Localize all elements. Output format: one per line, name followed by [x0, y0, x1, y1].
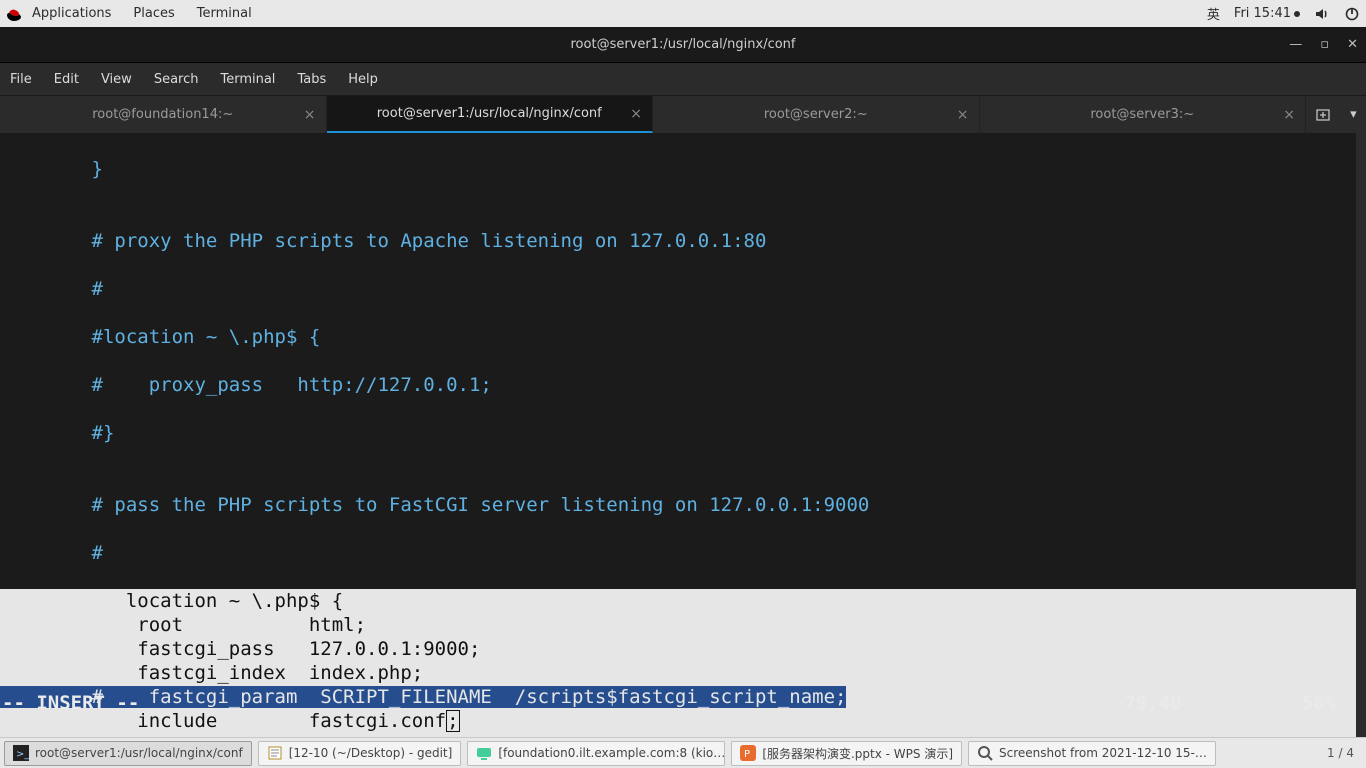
terminal-tabbar: root@foundation14:~ × root@server1:/usr/… — [0, 95, 1366, 133]
terminal-icon: >_ — [13, 745, 29, 761]
tab-close-icon[interactable]: × — [630, 106, 642, 122]
menu-help[interactable]: Help — [348, 72, 378, 87]
wps-presentation-icon: P — [740, 745, 756, 761]
redhat-icon — [6, 6, 22, 22]
tab-label: root@server1:/usr/local/nginx/conf — [377, 106, 602, 121]
input-method-indicator[interactable]: 英 — [1207, 4, 1220, 23]
menu-file[interactable]: File — [10, 72, 32, 87]
window-titlebar: root@server1:/usr/local/nginx/conf — ▫ ✕ — [0, 27, 1366, 63]
vim-cursor-pos: 79,40 — [1124, 691, 1181, 715]
menu-tabs[interactable]: Tabs — [297, 72, 326, 87]
tab-server1[interactable]: root@server1:/usr/local/nginx/conf × — [327, 96, 654, 133]
task-gedit[interactable]: [12-10 (~/Desktop) - gedit] — [258, 741, 462, 766]
tab-foundation14[interactable]: root@foundation14:~ × — [0, 96, 327, 133]
code-line: # proxy the PHP scripts to Apache listen… — [0, 229, 1366, 253]
gnome-top-panel: Applications Places Terminal 英 Fri 15:41 — [0, 0, 1366, 27]
workspace-switcher[interactable]: 1 / 4 — [1319, 746, 1362, 760]
code-line: } — [0, 157, 1366, 181]
menu-search[interactable]: Search — [154, 72, 199, 87]
power-icon[interactable] — [1344, 6, 1360, 22]
terminal-scrollbar[interactable] — [1356, 133, 1366, 737]
svg-text:>_: >_ — [16, 749, 29, 760]
clock[interactable]: Fri 15:41 — [1234, 6, 1300, 21]
task-wps[interactable]: P [服务器架构演变.pptx - WPS 演示] — [731, 741, 962, 766]
gedit-icon — [267, 745, 283, 761]
code-line: # — [0, 277, 1366, 301]
window-title: root@server1:/usr/local/nginx/conf — [571, 37, 796, 52]
code-line: #location ~ \.php$ { — [0, 325, 1366, 349]
tabbar-extra: ▾ — [1306, 96, 1366, 133]
tab-close-icon[interactable]: × — [1283, 107, 1295, 123]
code-line: # proxy_pass http://127.0.0.1; — [0, 373, 1366, 397]
volume-icon[interactable] — [1314, 6, 1330, 22]
task-terminal[interactable]: >_ root@server1:/usr/local/nginx/conf — [4, 741, 252, 766]
task-label: [12-10 (~/Desktop) - gedit] — [289, 746, 453, 760]
menu-edit[interactable]: Edit — [54, 72, 79, 87]
code-line: #} — [0, 421, 1366, 445]
task-image-viewer[interactable]: Screenshot from 2021-12-10 15-… — [968, 741, 1216, 766]
window-close-icon[interactable]: ✕ — [1347, 37, 1358, 52]
menu-terminal[interactable]: Terminal — [197, 6, 252, 21]
terminal-menubar: File Edit View Search Terminal Tabs Help — [0, 63, 1366, 95]
code-line: # — [0, 541, 1366, 565]
vim-mode: -- INSERT -- — [0, 691, 139, 715]
vim-scroll-pct: 56% — [1302, 691, 1336, 715]
svg-text:P: P — [744, 749, 750, 760]
tab-label: root@server3:~ — [1090, 107, 1194, 122]
vim-status-line: -- INSERT -- 79,40 56% — [0, 691, 1366, 715]
tab-server3[interactable]: root@server3:~ × — [980, 96, 1307, 133]
terminal-viewport[interactable]: } # proxy the PHP scripts to Apache list… — [0, 133, 1366, 737]
image-viewer-icon — [977, 745, 993, 761]
task-kio[interactable]: [foundation0.ilt.example.com:8 (kio… — [467, 741, 725, 766]
tab-label: root@foundation14:~ — [92, 107, 233, 122]
new-tab-icon[interactable] — [1315, 107, 1331, 123]
window-maximize-icon[interactable]: ▫ — [1320, 37, 1329, 52]
remote-desktop-icon — [476, 745, 492, 761]
menu-applications[interactable]: Applications — [32, 6, 111, 21]
menu-view[interactable]: View — [101, 72, 132, 87]
window-minimize-icon[interactable]: — — [1289, 37, 1302, 52]
tab-menu-icon[interactable]: ▾ — [1350, 107, 1357, 122]
task-label: root@server1:/usr/local/nginx/conf — [35, 746, 243, 760]
tab-label: root@server2:~ — [764, 107, 868, 122]
menu-places[interactable]: Places — [133, 6, 174, 21]
task-label: [服务器架构演变.pptx - WPS 演示] — [762, 745, 953, 762]
menu-terminal[interactable]: Terminal — [220, 72, 275, 87]
task-label: [foundation0.ilt.example.com:8 (kio… — [498, 746, 725, 760]
gnome-taskbar: >_ root@server1:/usr/local/nginx/conf [1… — [0, 737, 1366, 768]
tab-server2[interactable]: root@server2:~ × — [653, 96, 980, 133]
tab-close-icon[interactable]: × — [304, 107, 316, 123]
task-label: Screenshot from 2021-12-10 15-… — [999, 746, 1207, 760]
tab-close-icon[interactable]: × — [957, 107, 969, 123]
code-line: # pass the PHP scripts to FastCGI server… — [0, 493, 1366, 517]
